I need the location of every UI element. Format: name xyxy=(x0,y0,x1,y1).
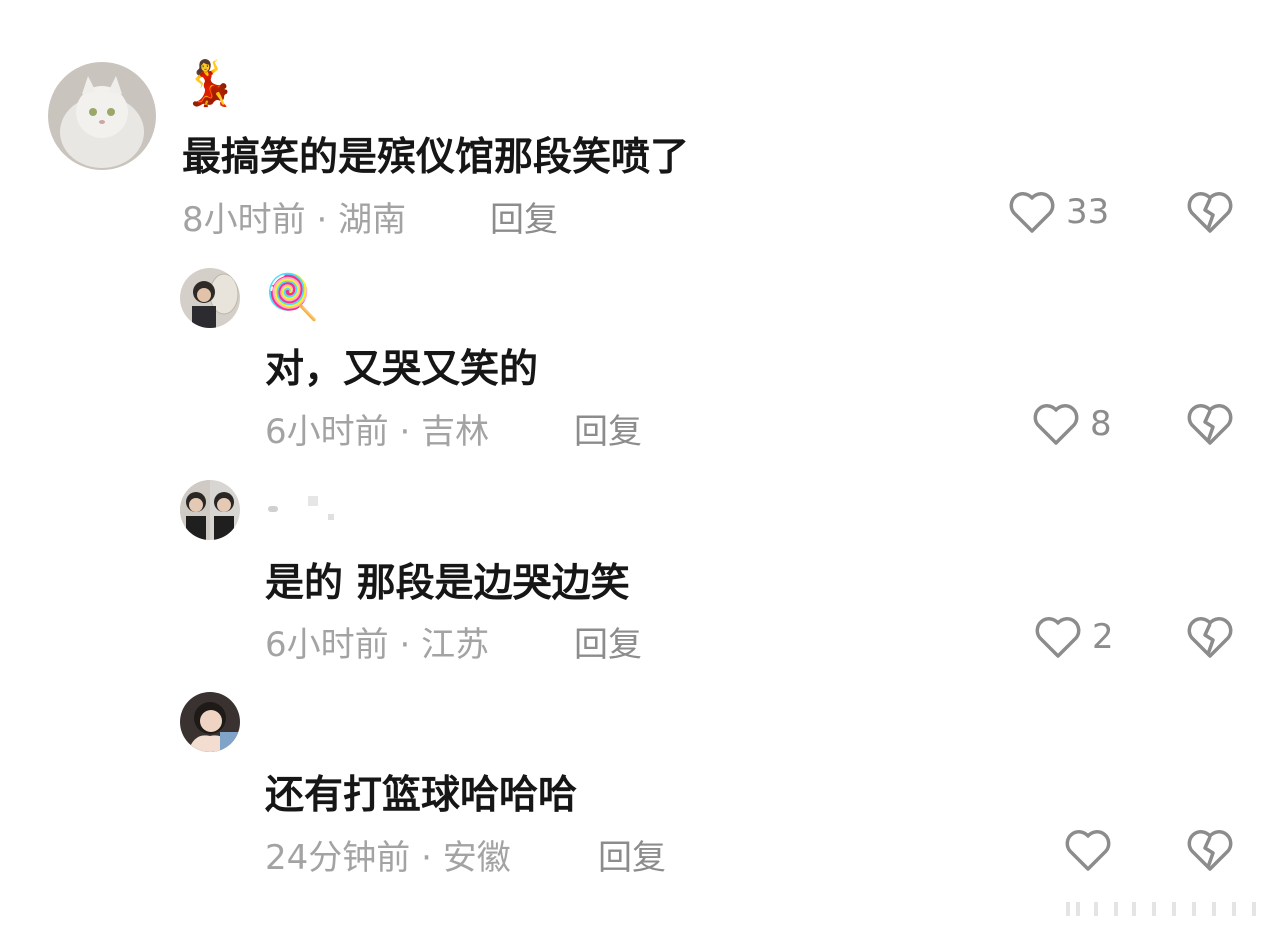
reply-button[interactable]: 回复 xyxy=(490,192,558,241)
comment-location: 湖南 xyxy=(338,200,407,240)
commenter-avatar[interactable] xyxy=(180,480,240,540)
heart-outline-icon xyxy=(1064,828,1112,872)
like-button[interactable] xyxy=(1064,826,1122,874)
comment-location: 安徽 xyxy=(442,838,511,878)
commenter-avatar[interactable] xyxy=(180,692,240,752)
commenter-name[interactable]: 🍭 xyxy=(265,276,320,320)
commenter-avatar[interactable] xyxy=(180,268,240,328)
commenter-name[interactable] xyxy=(268,492,758,528)
comment-meta: 24分钟前 · 安徽 xyxy=(265,830,511,879)
comment-text: 最搞笑的是殡仪馆那段笑喷了 xyxy=(182,135,690,180)
like-count: 2 xyxy=(1092,617,1114,657)
comment-meta: 6小时前 · 吉林 xyxy=(265,404,489,453)
comment-text: 对，又哭又笑的 xyxy=(265,347,539,392)
like-button[interactable]: 33 xyxy=(1008,188,1109,236)
watermark-mark xyxy=(1066,900,1270,916)
commenter-name[interactable]: 💃 xyxy=(182,62,237,106)
like-count: 33 xyxy=(1066,192,1110,232)
reply-button[interactable]: 回复 xyxy=(598,830,666,879)
comment-location: 江苏 xyxy=(421,625,490,665)
meta-separator: · xyxy=(399,412,411,452)
broken-heart-icon[interactable] xyxy=(1186,190,1234,234)
heart-outline-icon xyxy=(1008,190,1056,234)
comment-time: 6小时前 xyxy=(265,625,389,665)
meta-separator: · xyxy=(421,838,432,878)
meta-separator: · xyxy=(316,200,328,240)
reply-button[interactable]: 回复 xyxy=(574,404,642,453)
comment-time: 8小时前 xyxy=(182,200,306,240)
comment-meta: 6小时前 · 江苏 xyxy=(265,617,489,666)
comment-location: 吉林 xyxy=(421,412,490,452)
comment-text: 还有打篮球哈哈哈 xyxy=(265,773,578,818)
heart-outline-icon xyxy=(1032,402,1080,446)
comment-time: 24分钟前 xyxy=(265,838,411,878)
comment-time: 6小时前 xyxy=(265,412,389,452)
broken-heart-icon[interactable] xyxy=(1186,402,1234,446)
heart-outline-icon xyxy=(1034,615,1082,659)
like-button[interactable]: 2 xyxy=(1034,613,1114,661)
comment-meta: 8小时前 · 湖南 xyxy=(182,192,406,241)
meta-separator: · xyxy=(399,625,411,665)
comment-text: 是的 那段是边哭边笑 xyxy=(265,561,630,606)
like-count: 8 xyxy=(1090,404,1112,444)
reply-button[interactable]: 回复 xyxy=(574,617,642,666)
broken-heart-icon[interactable] xyxy=(1186,615,1234,659)
like-button[interactable]: 8 xyxy=(1032,400,1112,448)
commenter-avatar[interactable] xyxy=(48,62,156,170)
broken-heart-icon[interactable] xyxy=(1186,828,1234,872)
